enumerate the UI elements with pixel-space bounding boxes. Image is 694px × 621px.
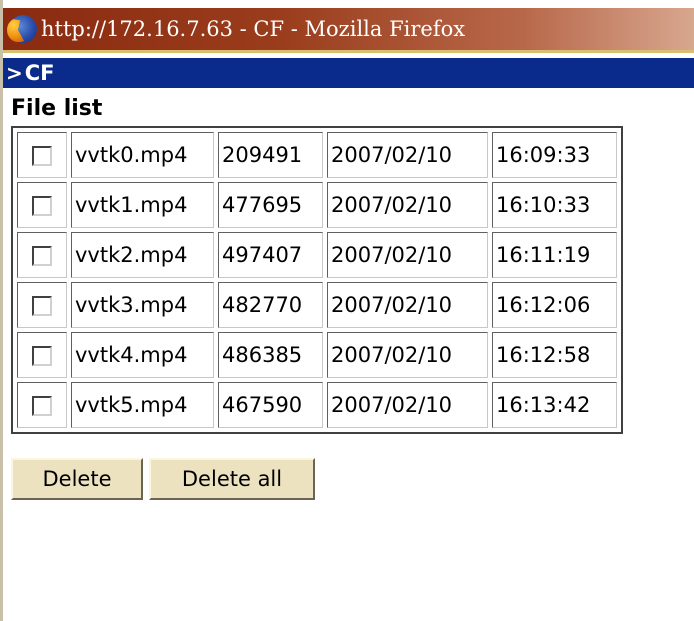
row-checkbox[interactable]	[32, 346, 52, 366]
title-divider	[3, 50, 694, 53]
row-checkbox[interactable]	[32, 196, 52, 216]
row-select-cell	[17, 282, 67, 328]
file-table: vvtk0.mp4 209491 2007/02/10 16:09:33 vvt…	[11, 126, 623, 434]
title-bar: http://172.16.7.63 - CF - Mozilla Firefo…	[3, 8, 694, 50]
file-size: 477695	[218, 182, 323, 228]
row-checkbox[interactable]	[32, 396, 52, 416]
file-time: 16:12:58	[492, 332, 617, 378]
row-checkbox[interactable]	[32, 296, 52, 316]
file-date: 2007/02/10	[327, 282, 488, 328]
section-arrow-icon: >	[6, 61, 23, 85]
table-row: vvtk0.mp4 209491 2007/02/10 16:09:33	[17, 132, 617, 178]
browser-window: http://172.16.7.63 - CF - Mozilla Firefo…	[0, 0, 694, 621]
file-list-heading: File list	[11, 96, 103, 121]
table-row: vvtk4.mp4 486385 2007/02/10 16:12:58	[17, 332, 617, 378]
file-name: vvtk2.mp4	[71, 232, 214, 278]
window-title: http://172.16.7.63 - CF - Mozilla Firefo…	[41, 17, 466, 41]
file-date: 2007/02/10	[327, 182, 488, 228]
file-date: 2007/02/10	[327, 332, 488, 378]
row-select-cell	[17, 332, 67, 378]
delete-button[interactable]: Delete	[11, 458, 143, 500]
file-time: 16:10:33	[492, 182, 617, 228]
file-size: 209491	[218, 132, 323, 178]
file-name: vvtk3.mp4	[71, 282, 214, 328]
row-select-cell	[17, 232, 67, 278]
file-date: 2007/02/10	[327, 232, 488, 278]
table-row: vvtk3.mp4 482770 2007/02/10 16:12:06	[17, 282, 617, 328]
table-row: vvtk5.mp4 467590 2007/02/10 16:13:42	[17, 382, 617, 428]
delete-all-button[interactable]: Delete all	[149, 458, 315, 500]
row-select-cell	[17, 382, 67, 428]
file-time: 16:12:06	[492, 282, 617, 328]
file-time: 16:09:33	[492, 132, 617, 178]
file-date: 2007/02/10	[327, 132, 488, 178]
file-date: 2007/02/10	[327, 382, 488, 428]
firefox-icon	[9, 15, 37, 43]
row-select-cell	[17, 182, 67, 228]
file-name: vvtk0.mp4	[71, 132, 214, 178]
section-bar: > CF	[3, 58, 694, 88]
file-name: vvtk5.mp4	[71, 382, 214, 428]
section-title: CF	[24, 61, 55, 85]
file-name: vvtk4.mp4	[71, 332, 214, 378]
row-checkbox[interactable]	[32, 146, 52, 166]
row-select-cell	[17, 132, 67, 178]
row-checkbox[interactable]	[32, 246, 52, 266]
file-size: 497407	[218, 232, 323, 278]
table-row: vvtk2.mp4 497407 2007/02/10 16:11:19	[17, 232, 617, 278]
file-time: 16:11:19	[492, 232, 617, 278]
file-size: 482770	[218, 282, 323, 328]
file-size: 486385	[218, 332, 323, 378]
table-row: vvtk1.mp4 477695 2007/02/10 16:10:33	[17, 182, 617, 228]
file-name: vvtk1.mp4	[71, 182, 214, 228]
file-size: 467590	[218, 382, 323, 428]
file-time: 16:13:42	[492, 382, 617, 428]
